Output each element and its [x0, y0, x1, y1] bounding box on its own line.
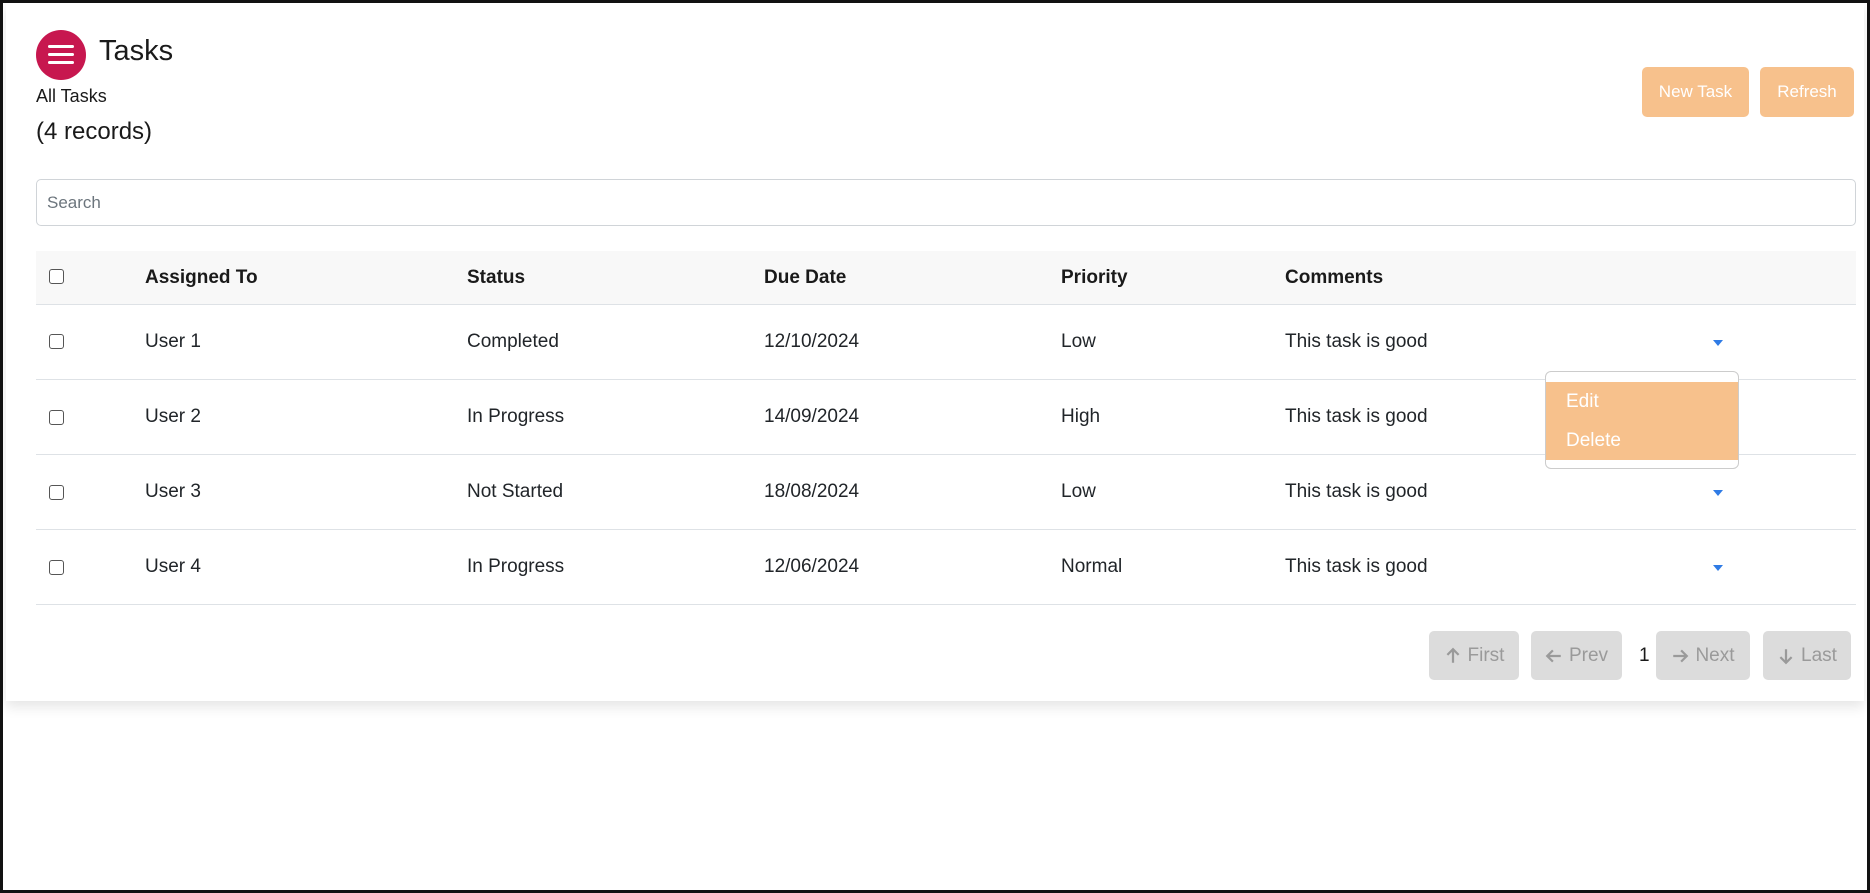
cell-comments: This task is good [1285, 331, 1428, 352]
menu-button[interactable] [36, 30, 86, 80]
cell-assigned-to: User 1 [145, 331, 201, 352]
cell-comments: This task is good [1285, 481, 1428, 502]
column-header-priority[interactable]: Priority [1061, 251, 1128, 304]
cell-comments: This task is good [1285, 406, 1428, 427]
next-page-button[interactable]: Next [1656, 631, 1750, 680]
page-subtitle: All Tasks [36, 86, 107, 106]
cell-priority: Low [1061, 331, 1096, 352]
cell-status: Not Started [467, 481, 564, 502]
cell-due-date: 18/08/2024 [764, 481, 860, 502]
cell-priority: Low [1061, 481, 1096, 502]
cell-due-date: 12/10/2024 [764, 331, 860, 352]
cell-assigned-to: User 3 [145, 481, 201, 502]
cell-status: Completed [467, 331, 559, 352]
cell-assigned-to: User 4 [145, 556, 201, 577]
cell-priority: Normal [1061, 556, 1123, 577]
cell-due-date: 12/06/2024 [764, 556, 860, 577]
select-all-checkbox[interactable] [49, 269, 64, 284]
cell-status: In Progress [467, 556, 565, 577]
row-actions-caret-icon[interactable] [1713, 340, 1723, 346]
cell-status: In Progress [467, 406, 565, 427]
tasks-card: Tasks All Tasks (4 records) New Task Ref… [6, 3, 1864, 701]
row-checkbox[interactable] [49, 334, 64, 349]
cell-priority: High [1061, 406, 1101, 427]
table-header: Assigned To Status Due Date Priority Com… [36, 251, 1856, 305]
first-page-button[interactable]: First [1429, 631, 1519, 680]
last-page-label: Last [1801, 644, 1837, 666]
arrow-up-icon [1446, 647, 1459, 663]
arrow-left-icon [1545, 649, 1561, 662]
first-page-label: First [1467, 644, 1505, 666]
current-page-number: 1 [1639, 644, 1650, 666]
row-checkbox[interactable] [49, 410, 64, 425]
refresh-button[interactable]: Refresh [1760, 67, 1854, 117]
record-count: (4 records) [36, 118, 153, 145]
table-row: User 4 In Progress 12/06/2024 Normal Thi… [36, 530, 1856, 605]
row-actions-caret-icon[interactable] [1713, 565, 1723, 571]
prev-page-button[interactable]: Prev [1531, 631, 1622, 680]
arrow-right-icon [1673, 649, 1689, 662]
delete-menu-item[interactable]: Delete [1546, 421, 1738, 460]
column-header-due-date[interactable]: Due Date [764, 251, 846, 304]
new-task-button[interactable]: New Task [1642, 67, 1749, 117]
cell-assigned-to: User 2 [145, 406, 201, 427]
row-actions-caret-icon[interactable] [1713, 490, 1723, 496]
row-checkbox[interactable] [49, 560, 64, 575]
prev-page-label: Prev [1568, 644, 1609, 666]
hamburger-menu-icon [48, 44, 74, 66]
edit-menu-item[interactable]: Edit [1546, 382, 1738, 421]
cell-due-date: 14/09/2024 [764, 406, 860, 427]
arrow-down-icon [1779, 648, 1793, 664]
page-title: Tasks [99, 35, 174, 67]
search-input[interactable] [36, 179, 1856, 226]
column-header-comments[interactable]: Comments [1285, 251, 1383, 304]
table-row: User 1 Completed 12/10/2024 Low This tas… [36, 305, 1856, 380]
row-checkbox[interactable] [49, 485, 64, 500]
column-header-assigned-to[interactable]: Assigned To [145, 251, 258, 304]
next-page-label: Next [1695, 644, 1735, 666]
cell-comments: This task is good [1285, 556, 1428, 577]
column-header-status[interactable]: Status [467, 251, 525, 304]
last-page-button[interactable]: Last [1763, 631, 1851, 680]
row-actions-dropdown: Edit Delete [1545, 371, 1739, 469]
